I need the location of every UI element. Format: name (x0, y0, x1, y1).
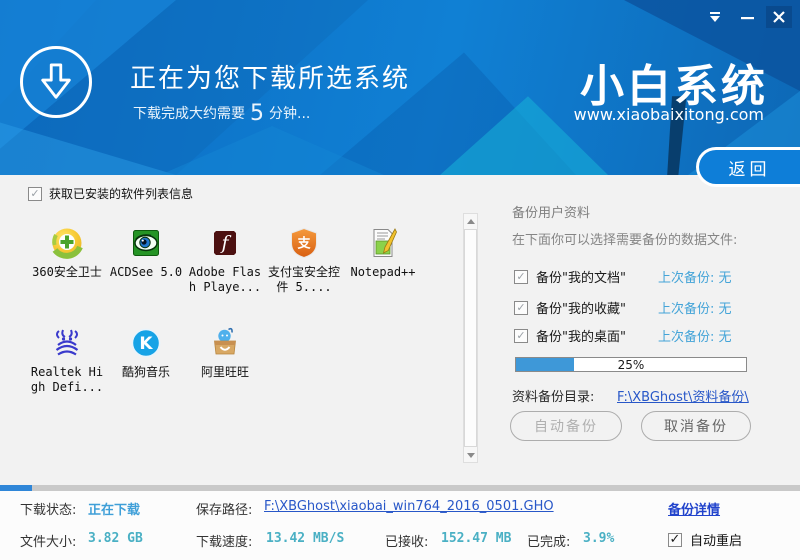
software-item-label: 360安全卫士 (32, 265, 102, 279)
file-size-label: 文件大小: (20, 535, 77, 550)
speed-label: 下载速度: (196, 535, 253, 550)
download-icon (20, 46, 92, 118)
auto-restart-row: ✓ 自动重启 (668, 530, 742, 549)
software-item-kugou[interactable]: K 酷狗音乐 (107, 326, 185, 380)
software-item-alipay[interactable]: 支 支付宝安全控件 5.... (265, 226, 343, 295)
get-installed-list-label: 获取已安装的软件列表信息 (49, 187, 194, 201)
auto-backup-button[interactable]: 自动备份 (510, 411, 622, 441)
received-value: 152.47 MB (441, 531, 512, 546)
backup-desktop-checkbox[interactable]: ✓ (514, 328, 528, 343)
software-item-label: 支付宝安全控件 5.... (267, 265, 340, 294)
kugou-icon: K (129, 326, 163, 360)
auto-restart-checkbox[interactable]: ✓ (668, 532, 682, 547)
cancel-backup-button[interactable]: 取消备份 (641, 411, 751, 441)
backup-dir-link[interactable]: F:\XBGhost\资料备份\ (617, 386, 749, 405)
svg-text:支: 支 (296, 236, 311, 252)
backup-row-documents: ✓ 备份"我的文档" 上次备份: 无 (514, 267, 732, 286)
get-installed-list-checkbox[interactable]: ✓ (28, 186, 42, 201)
software-item-label: Realtek High Defi... (30, 365, 104, 394)
backup-panel-description: 在下面你可以选择需要备份的数据文件: (512, 233, 738, 248)
backup-row-favorites: ✓ 备份"我的收藏" 上次备份: 无 (514, 298, 732, 317)
last-backup-status[interactable]: 上次备份: 无 (658, 326, 732, 345)
subtitle-minutes: 5 (250, 101, 264, 126)
backup-favorites-checkbox[interactable]: ✓ (514, 300, 528, 315)
software-item-notepadpp[interactable]: Notepad++ (344, 226, 422, 280)
software-item-label: ACDSee 5.0 (109, 265, 183, 279)
app-window: 正在为您下载所选系统 下载完成大约需要 5 分钟... 小白系统 www.xiaob… (0, 0, 800, 560)
acdsee-icon (129, 226, 163, 260)
last-backup-status[interactable]: 上次备份: 无 (658, 298, 732, 317)
speed-value: 13.42 MB/S (266, 531, 345, 546)
scroll-up-icon[interactable] (464, 214, 477, 228)
backup-documents-checkbox[interactable]: ✓ (514, 269, 528, 284)
subtitle-suffix: 分钟... (269, 106, 311, 122)
header-banner: 正在为您下载所选系统 下载完成大约需要 5 分钟... 小白系统 www.xiaob… (0, 0, 800, 175)
window-controls (702, 6, 792, 28)
received-label: 已接收: (385, 535, 429, 550)
download-state-label: 下载状态: (20, 503, 77, 518)
subtitle-prefix: 下载完成大约需要 (133, 106, 245, 122)
minimize-button[interactable] (734, 6, 760, 28)
file-size-value: 3.82 GB (88, 531, 143, 546)
backup-row-label: 备份"我的文档" (536, 271, 626, 286)
download-state-value: 正在下载 (88, 503, 141, 518)
realtek-icon (50, 326, 84, 360)
software-item-flash[interactable]: f Adobe Flash Playe... (186, 226, 264, 295)
flash-icon: f (208, 226, 242, 260)
backup-progress-bar: 25% (515, 357, 747, 372)
software-item-realtek[interactable]: Realtek High Defi... (28, 326, 106, 395)
alipay-icon: 支 (287, 226, 321, 260)
subtitle: 下载完成大约需要 5 分钟... (133, 101, 310, 126)
last-backup-status[interactable]: 上次备份: 无 (658, 267, 732, 286)
back-button[interactable]: 返回 (696, 147, 800, 187)
backup-row-desktop: ✓ 备份"我的桌面" 上次备份: 无 (514, 326, 732, 345)
save-path-link[interactable]: F:\XBGhost\xiaobai_win764_2016_0501.GHO (264, 499, 554, 514)
software-item-label: 阿里旺旺 (200, 365, 249, 379)
software-list-scrollbar[interactable] (463, 213, 478, 463)
software-item-aliwangwang[interactable]: 阿里旺旺 (186, 326, 264, 380)
backup-panel-title: 备份用户资料 (512, 206, 591, 221)
backup-detail-link[interactable]: 备份详情 (668, 499, 720, 518)
save-path-label: 保存路径: (196, 503, 253, 518)
page-title: 正在为您下载所选系统 (130, 64, 411, 94)
menu-button[interactable] (702, 6, 728, 28)
auto-restart-label: 自动重启 (690, 534, 743, 549)
software-item-360[interactable]: 360安全卫士 (28, 226, 106, 280)
backup-row-label: 备份"我的收藏" (536, 302, 626, 317)
completed-value: 3.9% (583, 531, 615, 546)
backup-row-label: 备份"我的桌面" (536, 330, 626, 345)
completed-label: 已完成: (527, 535, 571, 550)
svg-text:K: K (139, 334, 153, 354)
360-safe-icon (50, 226, 84, 260)
software-item-label: Notepad++ (350, 265, 416, 279)
software-item-acdsee[interactable]: ACDSee 5.0 (107, 226, 185, 280)
software-item-label: Adobe Flash Playe... (188, 265, 262, 294)
backup-dir-label: 资料备份目录: (512, 390, 595, 405)
aliwangwang-icon (208, 326, 242, 360)
brand-website: www.xiaobaixitong.com (573, 105, 764, 124)
status-bar: 下载状态: 正在下载 保存路径: F:\XBGhost\xiaobai_win7… (0, 491, 800, 560)
get-installed-list-row: ✓ 获取已安装的软件列表信息 (28, 185, 193, 202)
backup-progress-percent: 25% (617, 358, 645, 372)
software-item-label: 酷狗音乐 (121, 365, 170, 379)
scrollbar-thumb[interactable] (464, 229, 477, 447)
close-button[interactable] (766, 6, 792, 28)
notepad-icon (366, 226, 400, 260)
scroll-down-icon[interactable] (464, 448, 477, 462)
